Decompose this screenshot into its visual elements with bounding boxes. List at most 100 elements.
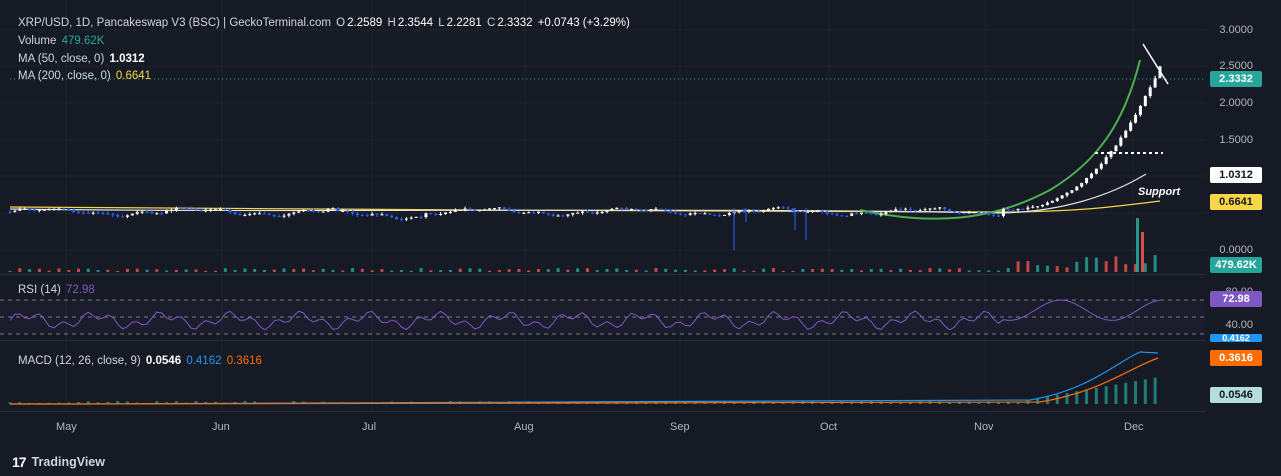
macd-legend[interactable]: MACD (12, 26, close, 9) 0.0546 0.4162 0.…: [18, 354, 264, 368]
volume-bar: [576, 268, 579, 272]
candle-body: [18, 209, 21, 211]
macd-signal-value: 0.3616: [227, 355, 262, 367]
volume-legend[interactable]: Volume 479.62K: [18, 34, 106, 48]
candle-body: [1080, 183, 1083, 187]
candle-body: [1075, 187, 1078, 191]
volume-bar: [508, 269, 511, 272]
candle-body: [527, 212, 530, 213]
volume-bar: [341, 270, 344, 272]
candle-body: [111, 214, 114, 215]
macd-histogram-bar: [997, 403, 1000, 404]
ohlc-values: O 2.2589 H 2.3544 L 2.2281 C 2.3332 +0.0743 …: [336, 17, 632, 29]
volume-bar: [762, 269, 765, 272]
price-axis-label: 1.5000: [1193, 134, 1253, 146]
candle-body: [601, 212, 604, 213]
candle-body: [615, 208, 618, 209]
volume-bar: [116, 271, 119, 272]
candle-body: [596, 212, 599, 213]
candle-body: [728, 213, 731, 215]
candle-body: [1041, 205, 1044, 206]
low-key: L: [438, 17, 444, 29]
candle-body: [635, 209, 638, 210]
candle-body: [767, 209, 770, 211]
candle-body: [963, 213, 966, 214]
volume-bar: [165, 271, 168, 272]
candle-body: [62, 209, 65, 210]
candle-body: [287, 214, 290, 216]
candle-body: [415, 217, 418, 218]
candle-body: [121, 216, 124, 217]
candle-body: [239, 214, 242, 215]
macd-histogram-bar: [782, 403, 785, 404]
candle-body: [209, 209, 212, 210]
candle-body: [914, 210, 917, 211]
candle-body: [762, 211, 765, 212]
candle-body: [1051, 201, 1054, 203]
volume-bar: [420, 268, 423, 272]
candle-body: [53, 209, 56, 210]
volume-bar: [997, 271, 1000, 272]
ma50-legend[interactable]: MA (50, close, 0) 1.0312: [18, 52, 147, 66]
time-axis-label: Sep: [670, 421, 690, 433]
pane-separator-macd[interactable]: [0, 340, 1205, 341]
candle-body: [1114, 146, 1117, 152]
candle-body: [796, 211, 799, 212]
volume-bar: [263, 270, 266, 272]
candle-body: [87, 213, 90, 214]
candle-body: [356, 214, 359, 216]
volume-label: Volume: [18, 35, 56, 47]
trend-curve: [860, 60, 1140, 219]
volume-bar: [204, 271, 207, 272]
footer-brand[interactable]: 17 TradingView: [12, 454, 105, 470]
volume-bar: [606, 269, 609, 272]
volume-bar: [880, 269, 883, 272]
symbol-title: XRP/USD, 1D, Pancakeswap V3 (BSC) | Geck…: [18, 17, 331, 29]
candle-body: [331, 208, 334, 209]
candle-body: [929, 209, 932, 210]
volume-bar: [302, 269, 305, 272]
volume-bar: [782, 271, 785, 272]
candle-body: [576, 213, 579, 214]
volume-bar: [870, 269, 873, 272]
candle-body: [131, 214, 134, 216]
candle-body: [997, 216, 1000, 217]
candle-body: [904, 209, 907, 210]
volume-bar: [312, 270, 315, 272]
volume-bar: [253, 269, 256, 272]
volume-bar: [635, 270, 638, 272]
candle-body: [361, 215, 364, 216]
rsi-legend[interactable]: RSI (14) 72.98: [18, 283, 97, 297]
candle-body: [273, 215, 276, 216]
candle-body: [1061, 195, 1064, 198]
close-key: C: [487, 17, 495, 29]
volume-bar: [1124, 264, 1127, 272]
candle-body: [816, 211, 819, 212]
candle-body: [718, 215, 721, 216]
volume-bar: [9, 271, 12, 272]
chart-canvas[interactable]: [0, 0, 1281, 476]
price-axis-label: 3.0000: [1193, 24, 1253, 36]
candle-body: [1110, 151, 1113, 157]
candle-body: [204, 210, 207, 212]
ma200-legend[interactable]: MA (200, close, 0) 0.6641: [18, 69, 153, 83]
candle-body: [591, 213, 594, 214]
pane-separator-rsi[interactable]: [0, 274, 1205, 275]
candle-body: [234, 212, 237, 214]
candle-body: [302, 210, 305, 211]
candle-body: [92, 213, 95, 214]
volume-bar: [18, 268, 21, 272]
volume-bar: [968, 270, 971, 272]
volume-bar: [674, 270, 677, 272]
volume-bar: [1036, 265, 1039, 272]
candle-body: [297, 211, 300, 212]
candle-body: [826, 211, 829, 213]
candle-body: [1021, 209, 1024, 210]
candle-body: [43, 210, 46, 211]
volume-bar: [155, 269, 158, 272]
volume-bar: [469, 268, 472, 272]
candle-body: [1070, 190, 1073, 192]
macd-histogram-bar: [1114, 384, 1117, 404]
candle-body: [33, 210, 36, 211]
candle-body: [973, 212, 976, 213]
candle-body: [689, 213, 692, 215]
